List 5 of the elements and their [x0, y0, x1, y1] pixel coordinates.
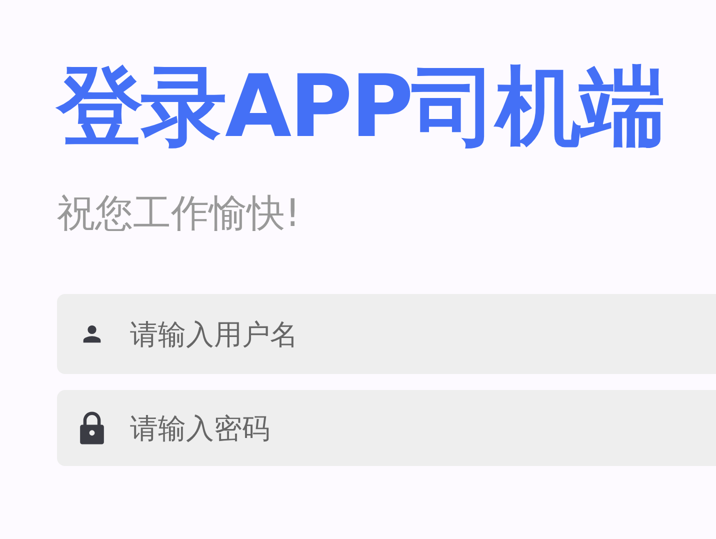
username-field[interactable]: 请输入用户名 — [57, 294, 716, 374]
page-title: 登录APP司机端 — [57, 56, 665, 159]
password-field[interactable]: 请输入密码 — [57, 390, 716, 466]
lock-icon — [79, 411, 105, 445]
greeting-text: 祝您工作愉快! — [57, 190, 302, 237]
